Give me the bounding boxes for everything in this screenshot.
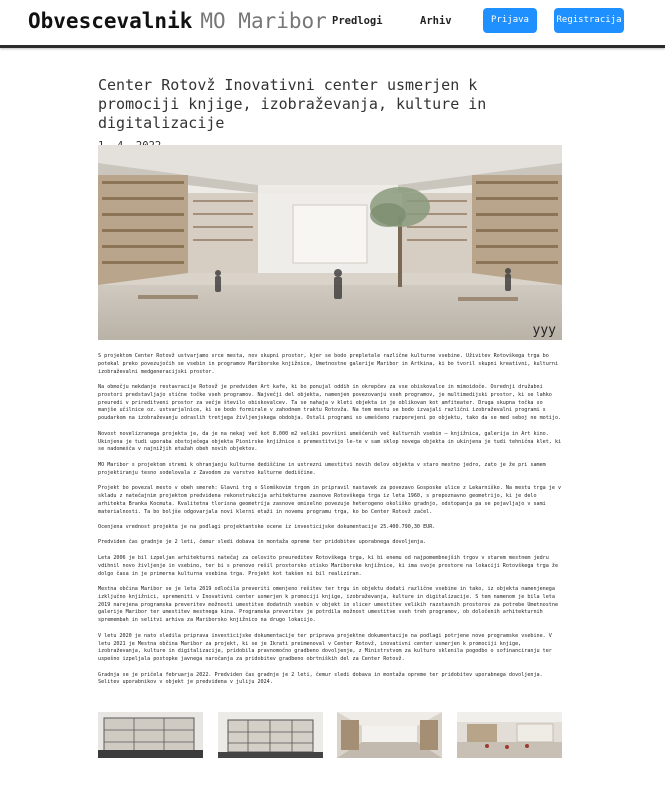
article-paragraph: Projekt bo povezal mesto v obeh smereh: …	[98, 485, 562, 515]
nav-archive-link[interactable]: Arhiv	[420, 15, 452, 27]
gallery-thumbnail-3[interactable]	[337, 712, 442, 758]
interior-rendering-icon	[457, 712, 562, 758]
site-name: Obvescevalnik	[28, 9, 193, 33]
article-title: Center Rotovž Inovativni center usmerjen…	[98, 76, 487, 132]
gallery-thumbnail-4[interactable]	[457, 712, 562, 758]
nav-proposals-link[interactable]: Predlogi	[332, 15, 383, 27]
interior-rendering-icon	[337, 712, 442, 758]
article-body: S projektom Center Rotovž ustvarjamo src…	[98, 353, 562, 695]
site-logo[interactable]: Obvescevalnik MO Maribor	[28, 9, 327, 33]
image-gallery	[98, 712, 562, 758]
article-paragraph: Leta 2006 je bil izpeljan arhitekturni n…	[98, 554, 559, 577]
gallery-thumbnail-1[interactable]	[98, 712, 203, 758]
city-name: MO Maribor	[200, 9, 327, 33]
article-paragraph: Predviden čas gradnje je 2 leti, čemur s…	[98, 539, 427, 546]
register-button[interactable]: Registracija	[554, 8, 624, 33]
article-paragraph: Mestna občina Maribor se je leta 2019 od…	[98, 586, 559, 624]
gallery-thumbnail-2[interactable]	[218, 712, 323, 758]
section-rendering-icon	[98, 712, 203, 758]
hero-watermark: ууу	[532, 323, 556, 338]
article-paragraph: Ocenjena vrednost projekta je na podlagi…	[98, 523, 436, 530]
hero-image: ууу	[98, 145, 562, 340]
article-header: Center Rotovž Inovativni center usmerjen…	[98, 76, 562, 152]
article-paragraph: V letu 2020 je nato sledila priprava inv…	[98, 632, 552, 663]
interior-rendering-illustration	[98, 145, 562, 340]
top-navbar: Obvescevalnik MO Maribor Predlogi Arhiv P…	[0, 0, 665, 48]
article-paragraph: S projektom Center Rotovž ustvarjamo src…	[98, 353, 559, 375]
login-button[interactable]: Prijava	[483, 8, 537, 33]
article-paragraph: Gradnja se je pričela februarja 2022. Pr…	[98, 671, 543, 686]
article-paragraph: Na območju nekdanje restavracije Rotovž …	[98, 384, 562, 422]
section-rendering-icon	[218, 712, 323, 758]
article-paragraph: MO Maribor s projektom stremi k ohranjan…	[98, 461, 546, 476]
article-paragraph: Novost novelizranega projekta je, da je …	[98, 430, 562, 453]
